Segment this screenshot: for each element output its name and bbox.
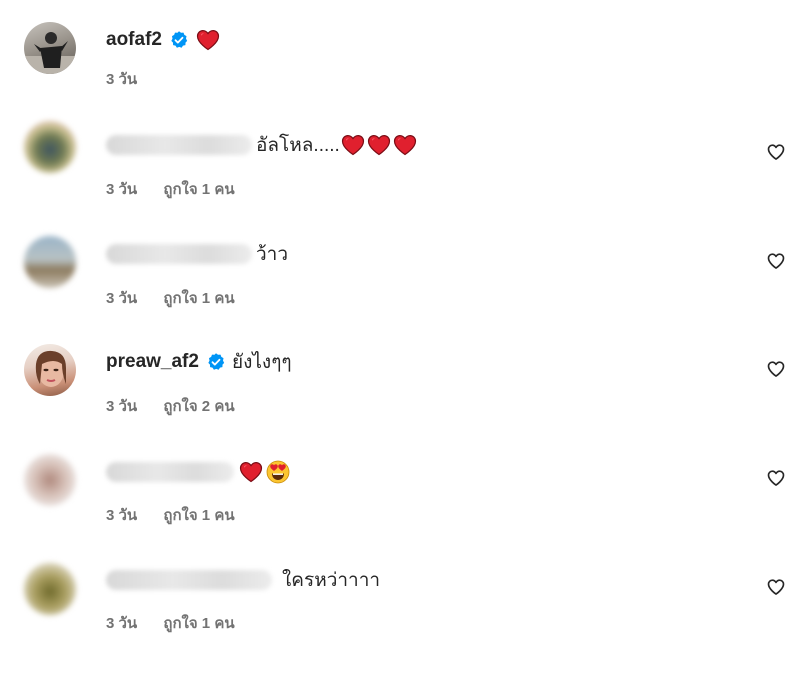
comment-text: อัลโหล.....	[256, 135, 340, 156]
comment-username-blurred[interactable]	[106, 135, 252, 155]
comment-time[interactable]: 3 วัน	[106, 507, 137, 524]
comment-time[interactable]: 3 วัน	[106, 398, 137, 415]
red-heart-emoji	[239, 461, 263, 483]
avatar[interactable]	[24, 236, 76, 288]
comment-likes-count[interactable]: ถูกใจ 2 คน	[163, 398, 234, 415]
red-heart-emoji	[393, 134, 417, 156]
avatar[interactable]	[24, 563, 76, 615]
avatar[interactable]	[24, 121, 76, 173]
heart-outline-icon[interactable]	[766, 359, 786, 379]
comment-time[interactable]: 3 วัน	[106, 181, 137, 198]
comment-likes-count[interactable]: ถูกใจ 1 คน	[163, 615, 234, 632]
comment-text: ใครหว่าาาา	[282, 570, 381, 591]
comment-text: ว้าว	[256, 244, 289, 265]
verified-badge-icon	[206, 352, 226, 372]
avatar[interactable]	[24, 454, 76, 506]
heart-outline-icon[interactable]	[766, 577, 786, 597]
comment-item: ใครหว่าาาา 3 วัน ถูกใจ 1 คน	[0, 0, 800, 632]
comment-likes-count[interactable]: ถูกใจ 1 คน	[163, 181, 234, 198]
heart-outline-icon[interactable]	[766, 251, 786, 271]
red-heart-emoji	[367, 134, 391, 156]
heart-eyes-emoji	[266, 460, 290, 484]
comment-username[interactable]: preaw_af2	[106, 351, 199, 373]
heart-outline-icon[interactable]	[766, 142, 786, 162]
comment-username-blurred[interactable]	[106, 462, 234, 482]
comment-text: ยังไงๆๆ	[231, 352, 292, 373]
red-heart-emoji	[341, 134, 365, 156]
comment-username-blurred[interactable]	[106, 244, 252, 264]
avatar[interactable]	[24, 344, 76, 396]
heart-outline-icon[interactable]	[766, 468, 786, 488]
comment-time[interactable]: 3 วัน	[106, 290, 137, 307]
comment-likes-count[interactable]: ถูกใจ 1 คน	[163, 290, 234, 307]
comment-username-blurred[interactable]	[106, 570, 272, 590]
comment-likes-count[interactable]: ถูกใจ 1 คน	[163, 507, 234, 524]
comment-time[interactable]: 3 วัน	[106, 615, 137, 632]
